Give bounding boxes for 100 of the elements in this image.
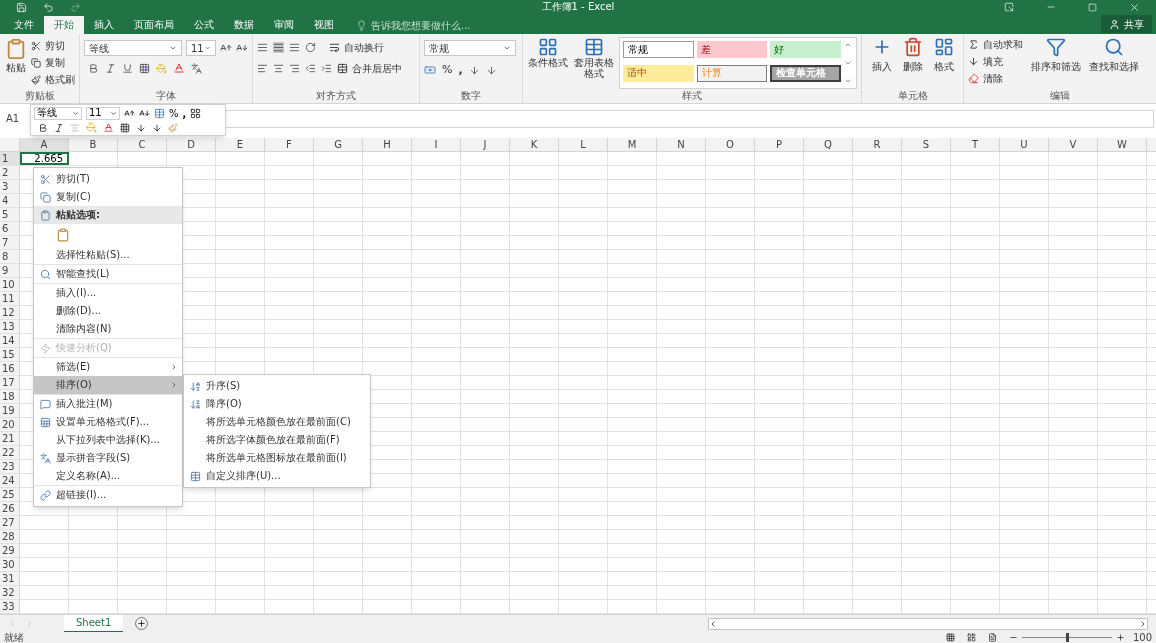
menu-item[interactable]: 剪切(T) [34, 170, 182, 188]
cells-button[interactable]: 插入 [871, 37, 892, 89]
row-header[interactable]: 11 [0, 292, 20, 305]
menu-item[interactable]: 自定义排序(U)... [184, 467, 370, 485]
column-header[interactable]: A [20, 138, 69, 151]
share-button[interactable]: 共享 [1101, 15, 1152, 33]
comma-button[interactable]: , [182, 105, 187, 121]
sheet-tab[interactable]: Sheet1 [64, 614, 124, 633]
ribbon-tab[interactable]: 视图 [304, 16, 344, 34]
menu-item[interactable]: 将所选单元格图标放在最前面(I) [184, 449, 370, 467]
column-header[interactable]: C [118, 138, 167, 151]
editing-button[interactable]: 自动求和 [968, 37, 1023, 52]
menu-item[interactable]: 清除内容(N) [34, 320, 182, 338]
clipboard-button[interactable]: 格式刷 [31, 72, 75, 87]
menu-item[interactable]: 删除(D)... [34, 302, 182, 320]
merge-center-button[interactable]: 合并后居中 [337, 61, 402, 76]
row-header[interactable]: 22 [0, 446, 20, 459]
row-header[interactable]: 14 [0, 334, 20, 347]
row-header[interactable]: 17 [0, 376, 20, 389]
column-header[interactable]: O [706, 138, 755, 151]
row-header[interactable]: 26 [0, 502, 20, 515]
row-header[interactable]: 24 [0, 474, 20, 487]
menu-item[interactable]: 将所选单元格颜色放在最前面(C) [184, 413, 370, 431]
cell-style-swatch[interactable]: 差 [696, 41, 768, 58]
row-header[interactable]: 30 [0, 558, 20, 571]
wrap-text-button[interactable]: 自动换行 [329, 40, 384, 55]
row-header[interactable]: 20 [0, 418, 20, 431]
menu-item[interactable]: 插入(I)... [34, 284, 182, 302]
row-header[interactable]: 7 [0, 236, 20, 249]
menu-item[interactable]: 从下拉列表中选择(K)... [34, 431, 182, 449]
row-header[interactable]: 21 [0, 432, 20, 445]
font-size-field[interactable]: 11 [186, 40, 216, 56]
editing-button[interactable]: 清除 [968, 71, 1023, 86]
comma-button[interactable]: , [458, 62, 463, 79]
menu-item[interactable]: 定义名称(A)... [34, 467, 182, 485]
zoom-slider-thumb[interactable] [1065, 633, 1069, 642]
menu-item[interactable]: 升序(S) [184, 377, 370, 395]
ribbon-tab[interactable]: 插入 [84, 16, 124, 34]
menu-item[interactable]: 智能查找(L) [34, 265, 182, 283]
font-name-field[interactable]: 等线 [34, 106, 82, 120]
menu-item[interactable]: 复制(C) [34, 188, 182, 206]
column-header[interactable]: M [608, 138, 657, 151]
row-header[interactable]: 8 [0, 250, 20, 263]
row-header[interactable]: 15 [0, 348, 20, 361]
clipboard-icon[interactable] [56, 228, 70, 242]
menu-item[interactable]: 显示拼音字段(S) [34, 449, 182, 467]
row-header[interactable]: 9 [0, 264, 20, 277]
row-header[interactable]: 27 [0, 516, 20, 529]
cell-style-swatch[interactable]: 好 [770, 41, 841, 58]
column-header[interactable]: I [412, 138, 461, 151]
column-header[interactable]: S [902, 138, 951, 151]
ribbon-tab[interactable]: 审阅 [264, 16, 304, 34]
ribbon-tab[interactable]: 文件 [4, 16, 44, 34]
editing-button[interactable]: 填充 [968, 54, 1023, 69]
name-box[interactable]: A1 [2, 109, 28, 128]
column-header[interactable]: T [951, 138, 1000, 151]
column-header[interactable]: Q [804, 138, 853, 151]
row-header[interactable]: 31 [0, 572, 20, 585]
horizontal-scrollbar[interactable] [708, 617, 1148, 630]
menu-item[interactable]: 筛选(E) [34, 358, 182, 376]
ribbon-tab[interactable]: 公式 [184, 16, 224, 34]
search-field[interactable]: 告诉我您想要做什么... [371, 17, 541, 33]
row-header[interactable]: 10 [0, 278, 20, 291]
menu-item[interactable]: 排序(O) [34, 376, 182, 394]
row-header[interactable]: 19 [0, 404, 20, 417]
column-header[interactable]: R [853, 138, 902, 151]
number-format-field[interactable]: 常规 [424, 40, 516, 56]
column-header[interactable]: U [1000, 138, 1049, 151]
font-size-field[interactable]: 11 [86, 106, 120, 120]
row-header[interactable]: 13 [0, 320, 20, 333]
row-header[interactable]: 18 [0, 390, 20, 403]
cells-button[interactable]: 格式 [933, 37, 954, 89]
ribbon-tab[interactable]: 数据 [224, 16, 264, 34]
menu-item[interactable]: 超链接(I)... [34, 486, 182, 504]
column-header[interactable]: P [755, 138, 804, 151]
row-header[interactable]: 28 [0, 530, 20, 543]
percent-button[interactable]: % [442, 62, 453, 79]
column-header[interactable]: H [363, 138, 412, 151]
menu-item[interactable]: 将所选字体颜色放在最前面(F) [184, 431, 370, 449]
editing-large-button[interactable]: 查找和选择 [1089, 37, 1139, 89]
row-header[interactable]: 33 [0, 600, 20, 613]
cells-button[interactable]: 删除 [902, 37, 923, 89]
cell-style-swatch[interactable]: 常规 [623, 41, 694, 58]
column-header[interactable]: N [657, 138, 706, 151]
menu-item[interactable]: 设置单元格格式(F)... [34, 413, 182, 431]
menu-item[interactable]: 插入批注(M) [34, 395, 182, 413]
row-header[interactable]: 5 [0, 208, 20, 221]
row-header[interactable]: 6 [0, 222, 20, 235]
clipboard-button[interactable]: 剪切 [31, 38, 75, 53]
paste-button[interactable]: 粘贴 [4, 38, 27, 89]
ribbon-tab[interactable]: 开始 [44, 16, 84, 34]
row-header[interactable]: 2 [0, 166, 20, 179]
style-button[interactable]: 套用表格格式 [573, 37, 615, 89]
row-header[interactable]: 23 [0, 460, 20, 473]
column-header[interactable]: V [1049, 138, 1098, 151]
column-header[interactable]: K [510, 138, 559, 151]
editing-large-button[interactable]: 排序和筛选 [1031, 37, 1081, 89]
column-header[interactable]: L [559, 138, 608, 151]
row-header[interactable]: 29 [0, 544, 20, 557]
column-header[interactable]: D [167, 138, 216, 151]
